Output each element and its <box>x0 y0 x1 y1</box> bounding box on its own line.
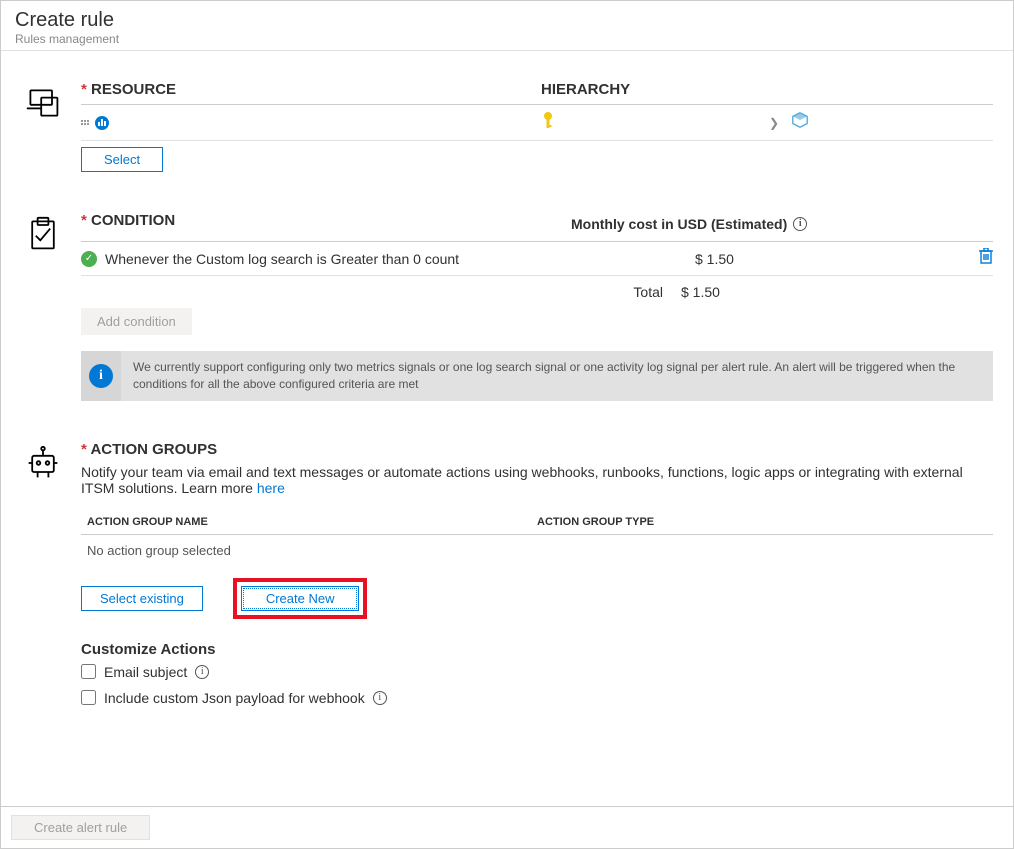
resource-heading: * RESOURCE <box>81 81 541 98</box>
create-new-button[interactable]: Create New <box>241 586 360 611</box>
learn-more-link[interactable]: here <box>257 480 285 496</box>
add-condition-button[interactable]: Add condition <box>81 308 192 335</box>
json-payload-checkbox[interactable] <box>81 690 96 705</box>
info-icon[interactable]: i <box>195 665 209 679</box>
footer: Create alert rule <box>1 806 1013 848</box>
app-insights-icon <box>81 116 109 130</box>
create-alert-rule-button[interactable]: Create alert rule <box>11 815 150 840</box>
highlight-create-new: Create New <box>233 578 368 619</box>
action-groups-heading: * ACTION GROUPS <box>81 441 993 458</box>
condition-heading: * CONDITION <box>81 212 571 229</box>
condition-text: Whenever the Custom log search is Greate… <box>105 251 665 267</box>
info-icon[interactable]: i <box>373 691 387 705</box>
info-circle-icon: i <box>89 364 113 388</box>
devices-icon <box>11 81 81 172</box>
hierarchy-heading: HIERARCHY <box>541 81 993 98</box>
action-groups-section: * ACTION GROUPS Notify your team via ema… <box>11 441 1003 716</box>
info-banner: i We currently support configuring only … <box>81 351 993 401</box>
col-action-group-type: ACTION GROUP TYPE <box>537 516 654 528</box>
customize-actions-heading: Customize Actions <box>81 641 993 658</box>
action-groups-description: Notify your team via email and text mess… <box>81 464 993 496</box>
email-subject-option[interactable]: Email subject i <box>81 664 993 680</box>
resource-section: * RESOURCE HIERARCHY <box>11 81 1003 172</box>
resource-group-icon <box>791 111 809 134</box>
condition-cost: $ 1.50 <box>665 251 963 267</box>
condition-row[interactable]: ✓ Whenever the Custom log search is Grea… <box>81 241 993 276</box>
page-title: Create rule <box>15 9 999 32</box>
clipboard-icon <box>11 212 81 401</box>
info-banner-text: We currently support configuring only tw… <box>121 351 993 401</box>
robot-icon <box>11 441 81 716</box>
delete-condition-button[interactable] <box>963 248 993 269</box>
select-existing-button[interactable]: Select existing <box>81 586 203 611</box>
email-subject-checkbox[interactable] <box>81 664 96 679</box>
check-icon: ✓ <box>81 251 97 267</box>
json-payload-option[interactable]: Include custom Json payload for webhook … <box>81 690 993 706</box>
condition-section: * CONDITION Monthly cost in USD (Estimat… <box>11 212 1003 401</box>
action-group-empty: No action group selected <box>81 534 993 568</box>
page-subtitle: Rules management <box>15 32 999 46</box>
key-icon <box>541 111 555 134</box>
col-action-group-name: ACTION GROUP NAME <box>87 516 537 528</box>
info-icon[interactable]: i <box>793 217 807 231</box>
select-resource-button[interactable]: Select <box>81 147 163 172</box>
total-value: $ 1.50 <box>681 284 720 300</box>
chevron-right-icon: ❯ <box>769 116 779 130</box>
cost-heading: Monthly cost in USD (Estimated) i <box>571 216 993 232</box>
page-header: Create rule Rules management <box>1 1 1013 51</box>
total-label: Total <box>81 284 681 300</box>
